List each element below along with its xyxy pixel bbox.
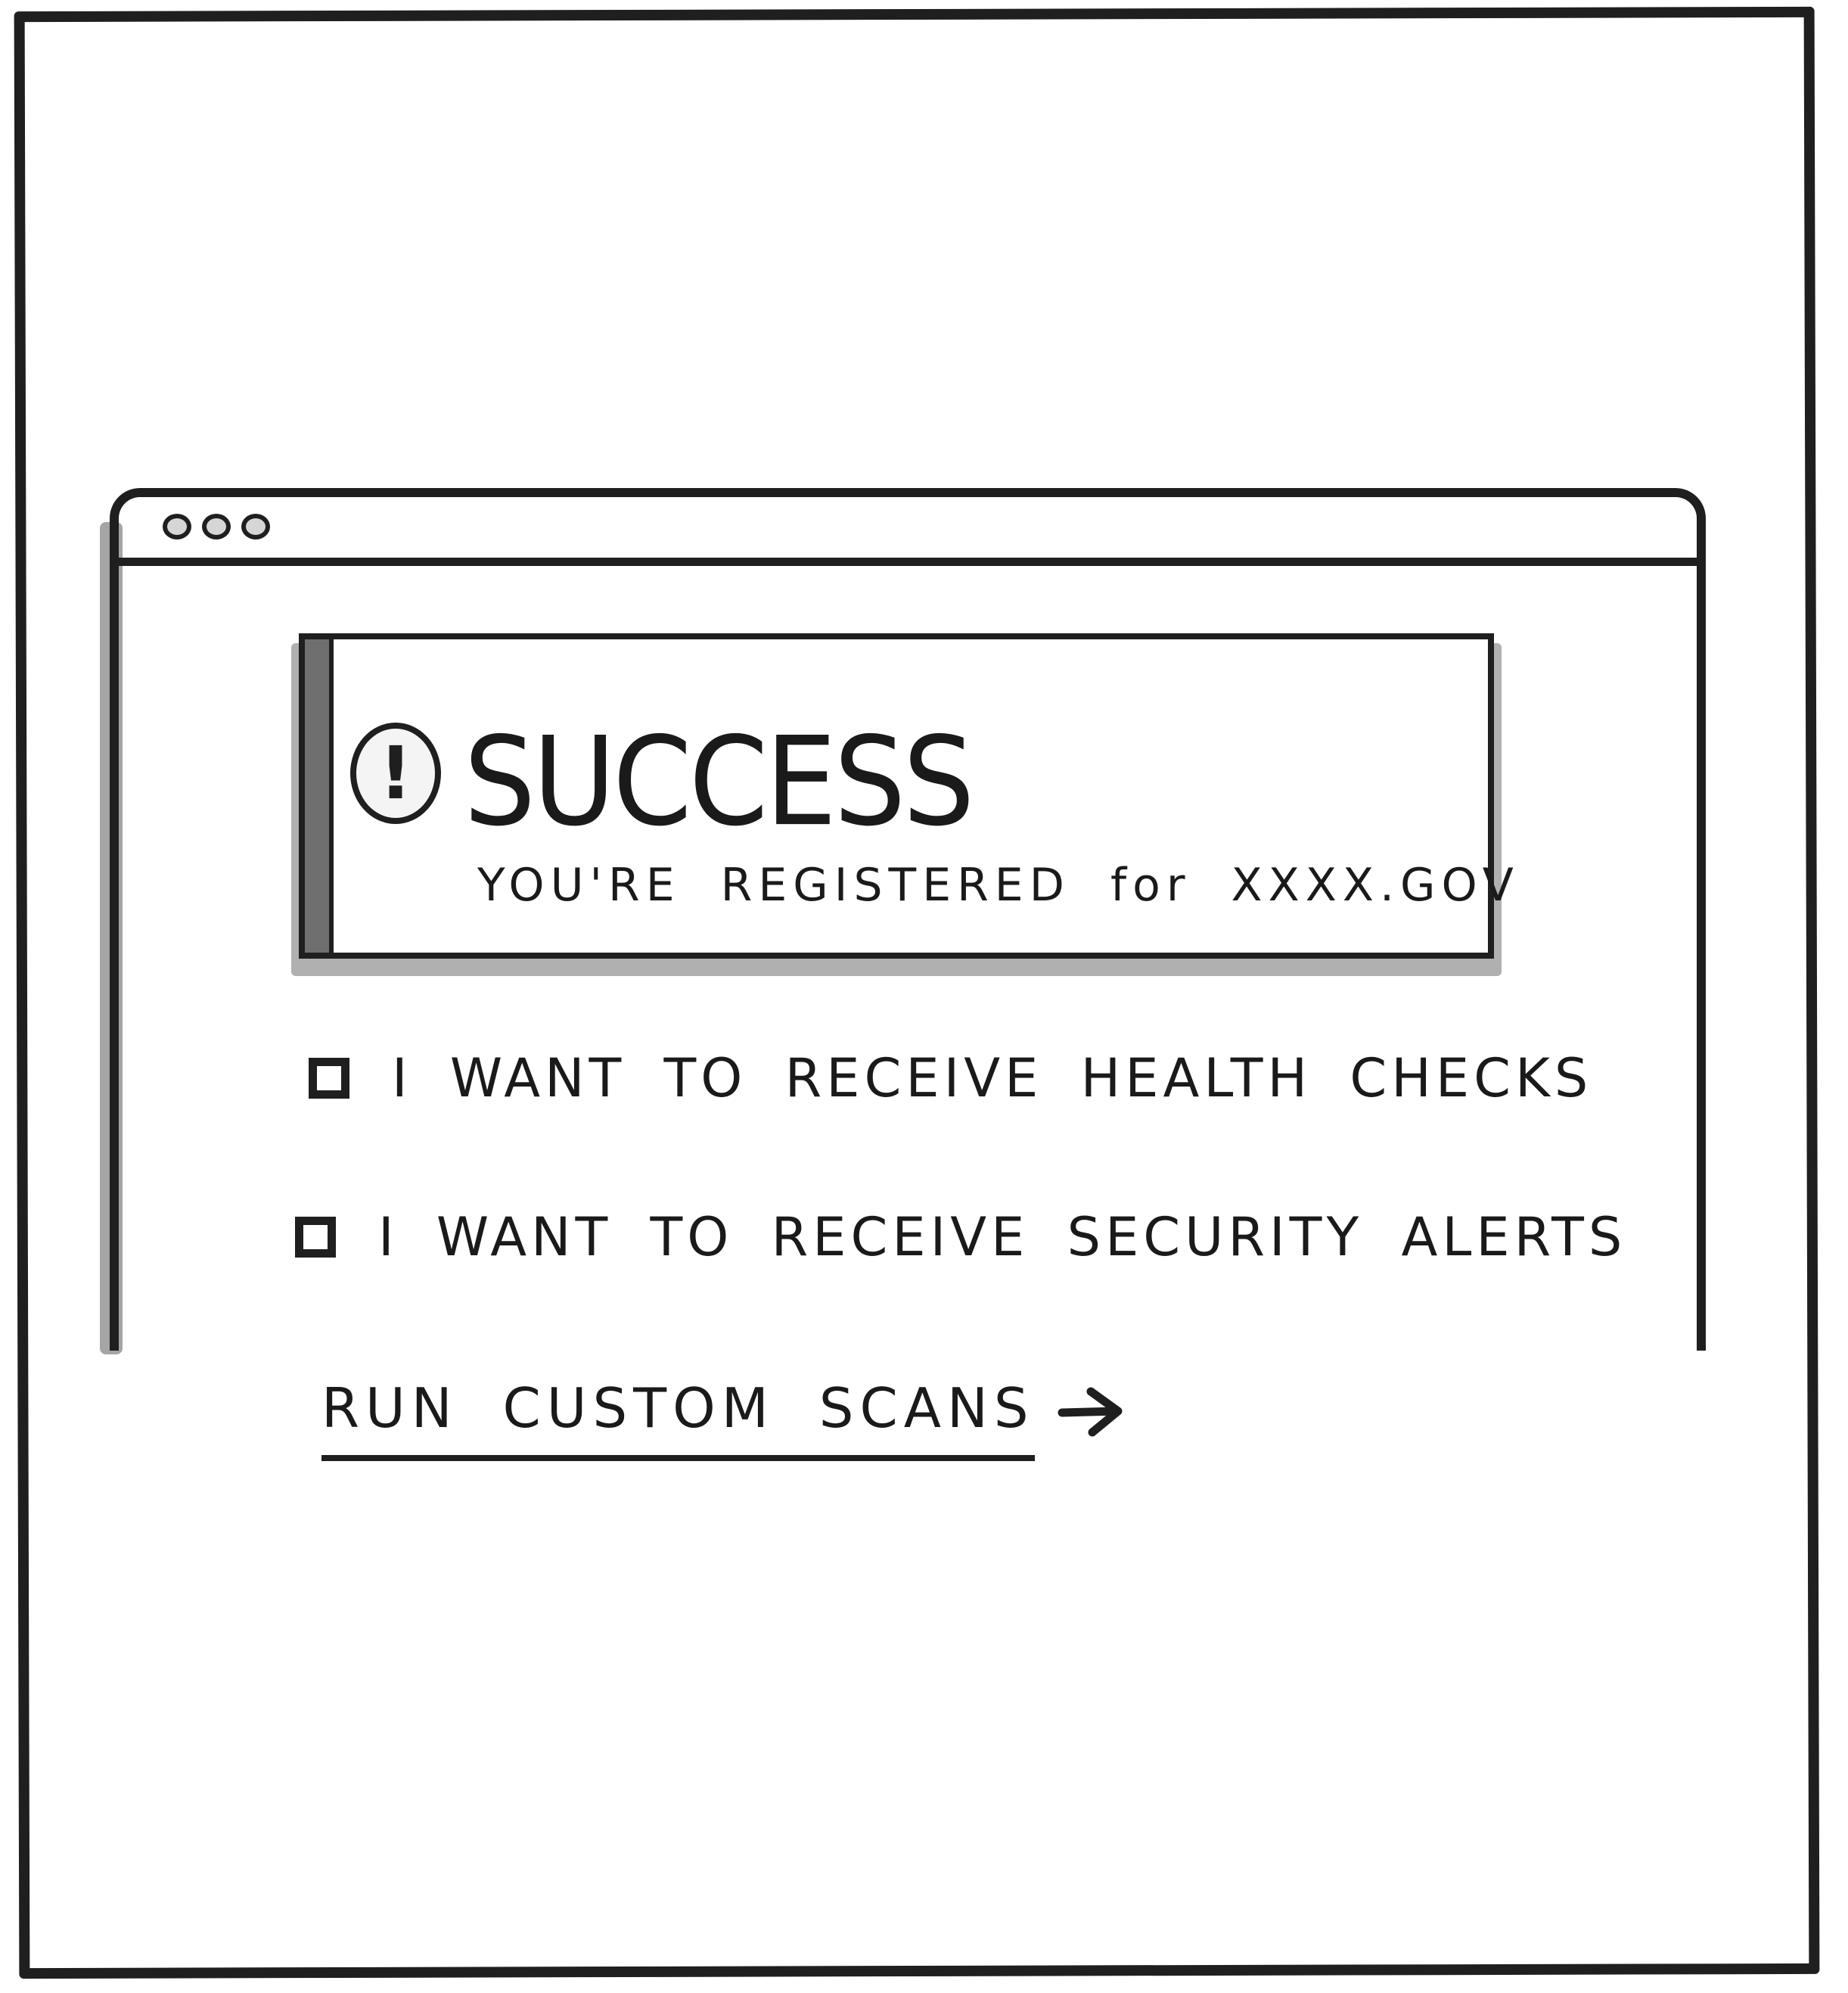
window-close-button[interactable] [163,514,191,539]
health-checks-option[interactable]: I WANT TO RECEIVE HEALTH CHECKS [309,1052,1592,1105]
health-checks-checkbox[interactable] [309,1058,349,1099]
alert-accent-bar [305,639,334,953]
security-alerts-label: I WANT TO RECEIVE SECURITY ALERTS [378,1206,1627,1268]
alert-title: SUCCESS [464,711,975,853]
browser-titlebar [119,497,1697,566]
security-alerts-option[interactable]: I WANT TO RECEIVE SECURITY ALERTS [295,1211,1626,1264]
success-alert: ! SUCCESS YOU'RE REGISTERED for XXXX.GOV [299,633,1514,959]
alert-message: YOU'RE REGISTERED for XXXX.GOV [477,859,1520,912]
health-checks-label: I WANT TO RECEIVE HEALTH CHECKS [392,1047,1593,1109]
exclamation-glyph: ! [379,731,412,816]
window-controls [163,514,270,539]
run-custom-scans-label: RUN CUSTOM SCANS [321,1381,1035,1461]
run-custom-scans-link[interactable]: RUN CUSTOM SCANS [321,1381,1126,1461]
arrow-right-icon [1058,1387,1123,1437]
security-alerts-checkbox[interactable] [295,1217,336,1258]
window-minimize-button[interactable] [202,514,231,539]
window-maximize-button[interactable] [241,514,270,539]
exclamation-icon: ! [350,723,441,824]
